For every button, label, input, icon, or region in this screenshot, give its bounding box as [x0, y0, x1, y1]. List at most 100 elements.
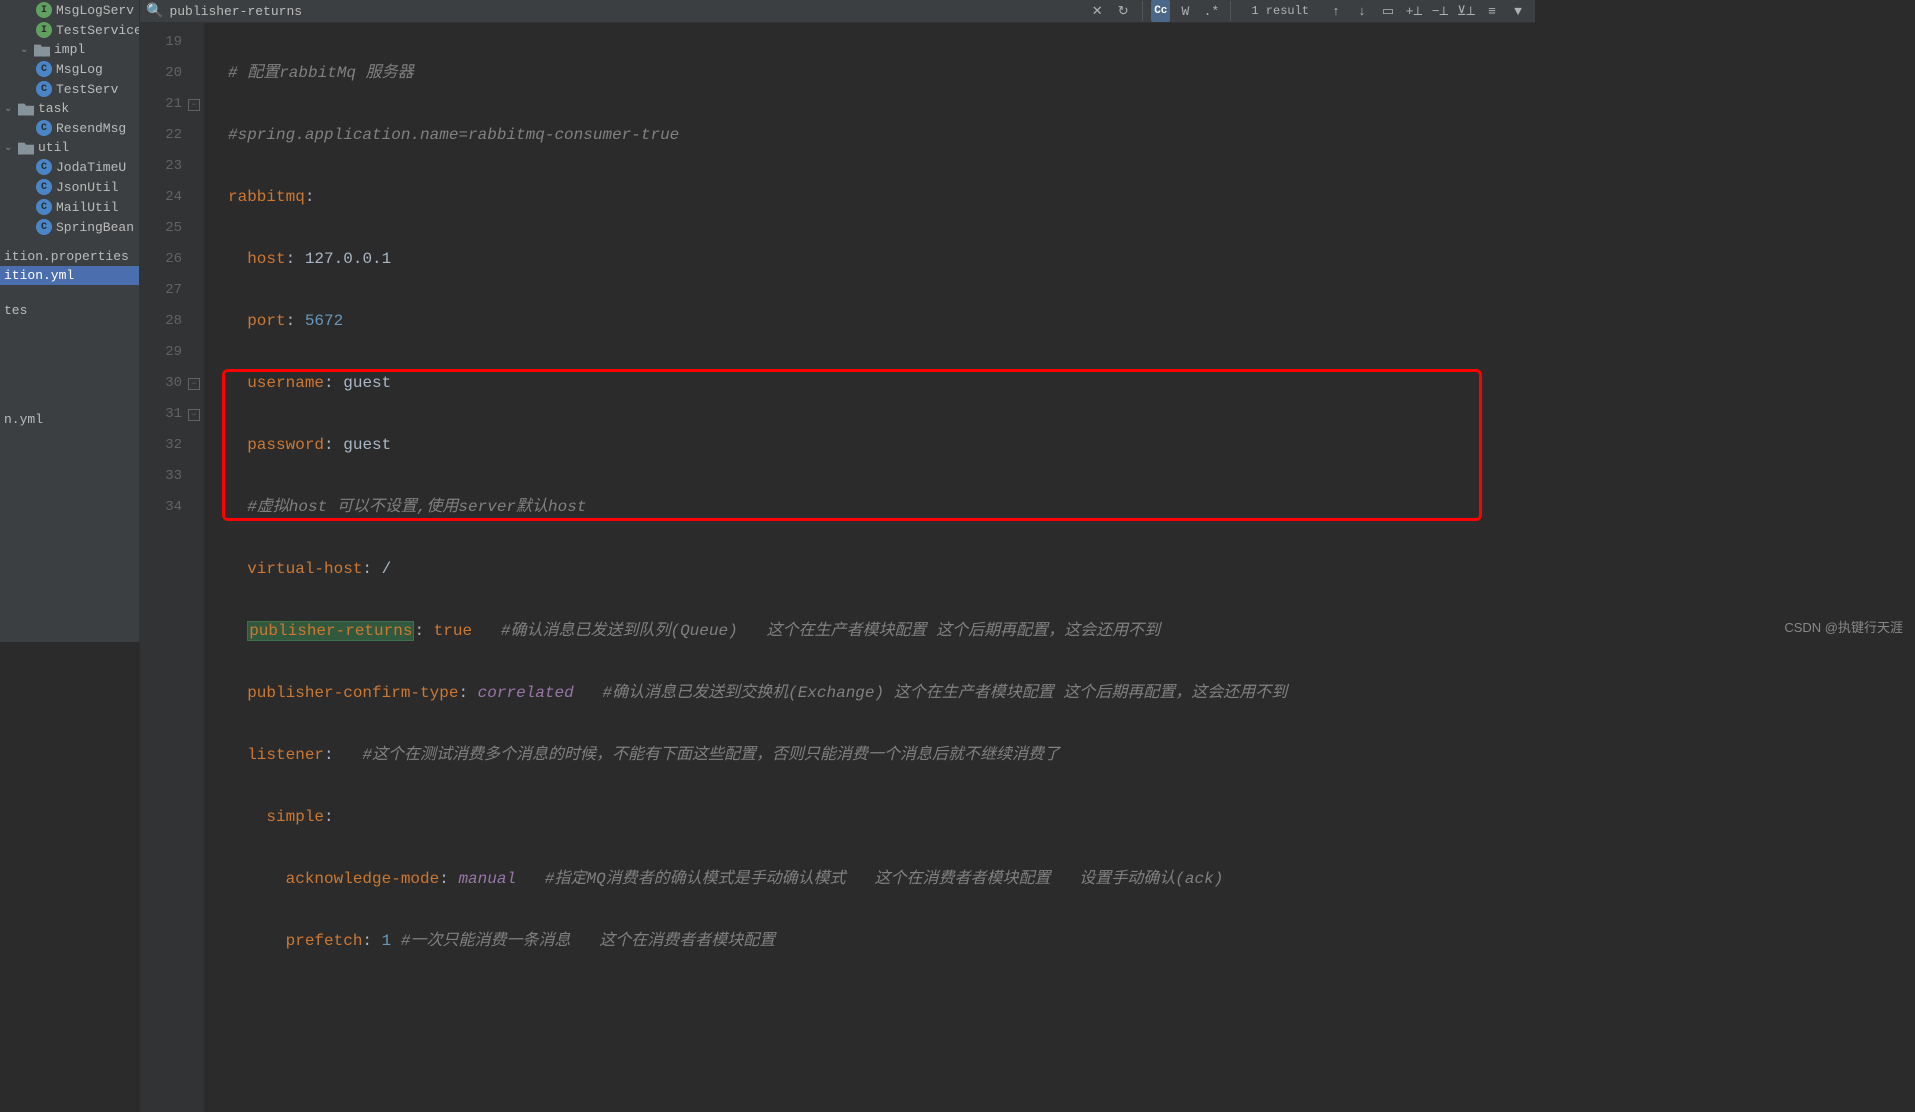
tree-folder-impl[interactable]: ⌄ impl — [0, 40, 139, 59]
code-line: #虚拟host 可以不设置,使用server默认host — [228, 492, 1535, 523]
line-number: 26 — [140, 244, 204, 275]
tree-file-testservice[interactable]: I TestService — [0, 20, 139, 40]
class-icon: C — [36, 219, 52, 235]
line-number: 28 — [140, 306, 204, 337]
class-icon: C — [36, 159, 52, 175]
tree-label: ResendMsg — [56, 121, 126, 136]
fold-marker-icon[interactable]: − — [188, 409, 200, 421]
tree-label: n.yml — [4, 412, 43, 427]
filter-icon[interactable]: ▼ — [1507, 0, 1529, 22]
line-number: 21− — [140, 89, 204, 120]
chevron-down-icon: ⌄ — [20, 44, 34, 56]
tree-file-testserv[interactable]: C TestServ — [0, 79, 139, 99]
class-icon: C — [36, 199, 52, 215]
tree-label: ition.properties — [4, 249, 129, 264]
settings-icon[interactable]: ≡ — [1481, 0, 1503, 22]
regex-button[interactable]: .* — [1200, 0, 1222, 22]
project-tree[interactable]: I MsgLogServ I TestService ⌄ impl C MsgL… — [0, 0, 140, 642]
tree-label: util — [38, 140, 69, 155]
watermark: CSDN @执键行天涯 — [1784, 617, 1903, 636]
tree-label: tes — [4, 303, 27, 318]
search-result-count: 1 result — [1251, 4, 1309, 18]
line-number: 24 — [140, 182, 204, 213]
tree-file-msglog[interactable]: C MsgLog — [0, 59, 139, 79]
line-number: 19 — [140, 27, 204, 58]
line-number: 20 — [140, 58, 204, 89]
search-icon: 🔍 — [146, 3, 163, 20]
tree-folder-util[interactable]: ⌄ util — [0, 138, 139, 157]
tree-label: JsonUtil — [56, 180, 118, 195]
separator — [1142, 1, 1143, 21]
history-icon[interactable]: ↻ — [1112, 0, 1134, 22]
line-number: 30− — [140, 368, 204, 399]
prev-match-icon[interactable]: ↑ — [1325, 0, 1347, 22]
class-icon: C — [36, 61, 52, 77]
class-icon: C — [36, 81, 52, 97]
tree-label: ition.yml — [4, 268, 74, 283]
code-content[interactable]: # 配置rabbitMq 服务器 #spring.application.nam… — [204, 23, 1535, 1112]
code-line: publisher-confirm-type: correlated #确认消息… — [228, 678, 1535, 709]
code-line: virtual-host: / — [228, 554, 1535, 585]
code-line: username: guest — [228, 368, 1535, 399]
close-search-icon[interactable]: ✕ — [1086, 0, 1108, 22]
code-line: listener: #这个在测试消费多个消息的时候，不能有下面这些配置，否则只能… — [228, 740, 1535, 771]
match-case-button[interactable]: Cc — [1151, 0, 1170, 22]
line-number: 32 — [140, 430, 204, 461]
tree-file-jodatime[interactable]: C JodaTimeU — [0, 157, 139, 177]
line-number: 34 — [140, 492, 204, 523]
folder-icon — [18, 141, 34, 155]
line-number: 31− — [140, 399, 204, 430]
code-line: # 配置rabbitMq 服务器 — [228, 58, 1535, 89]
fold-marker-icon[interactable]: − — [188, 99, 200, 111]
tree-file-yml2[interactable]: n.yml — [0, 410, 139, 429]
tree-folder-task[interactable]: ⌄ task — [0, 99, 139, 118]
line-number: 29 — [140, 337, 204, 368]
tree-label: JodaTimeU — [56, 160, 126, 175]
interface-icon: I — [36, 22, 52, 38]
remove-selection-icon[interactable]: −⟂ — [1429, 0, 1451, 22]
code-line: rabbitmq: — [228, 182, 1535, 213]
class-icon: C — [36, 120, 52, 136]
right-panel — [1535, 0, 1915, 642]
code-line: prefetch: 1 #一次只能消费一条消息 这个在消费者者模块配置 — [228, 926, 1535, 957]
tree-file-properties[interactable]: ition.properties — [0, 247, 139, 266]
code-line: acknowledge-mode: manual #指定MQ消费者的确认模式是手… — [228, 864, 1535, 895]
tree-label: MsgLogServ — [56, 3, 134, 18]
code-line: password: guest — [228, 430, 1535, 461]
add-selection-icon[interactable]: +⟂ — [1403, 0, 1425, 22]
search-input[interactable] — [169, 4, 689, 19]
code-line: port: 5672 — [228, 306, 1535, 337]
fold-marker-icon[interactable]: − — [188, 378, 200, 390]
gutter: 19 20 21− 22 23 24 25 26 27 28 29 30− 31… — [140, 23, 204, 1112]
tree-file-jsonutil[interactable]: C JsonUtil — [0, 177, 139, 197]
tree-label: TestService — [56, 23, 140, 38]
folder-icon — [18, 102, 34, 116]
tree-file-yml-selected[interactable]: ition.yml — [0, 266, 139, 285]
code-line: publisher-returns: true #确认消息已发送到队列(Queu… — [228, 616, 1535, 647]
code-line — [228, 988, 1535, 1019]
tree-file-msglogservice[interactable]: I MsgLogServ — [0, 0, 139, 20]
tree-file-mailutil[interactable]: C MailUtil — [0, 197, 139, 217]
separator — [1230, 1, 1231, 21]
toggle-selection-icon[interactable]: ⊻⟂ — [1455, 0, 1477, 22]
next-match-icon[interactable]: ↓ — [1351, 0, 1373, 22]
code-line: host: 127.0.0.1 — [228, 244, 1535, 275]
tree-file-resendmsg[interactable]: C ResendMsg — [0, 118, 139, 138]
folder-icon — [34, 43, 50, 57]
search-bar: 🔍 ✕ ↻ Cc W .* 1 result ↑ ↓ ▭ +⟂ −⟂ ⊻⟂ ≡ … — [140, 0, 1535, 23]
words-button[interactable]: W — [1174, 0, 1196, 22]
tree-label: task — [38, 101, 69, 116]
tree-label: SpringBean — [56, 220, 134, 235]
editor[interactable]: 19 20 21− 22 23 24 25 26 27 28 29 30− 31… — [140, 23, 1535, 1112]
select-all-icon[interactable]: ▭ — [1377, 0, 1399, 22]
line-number: 27 — [140, 275, 204, 306]
tree-file-springbean[interactable]: C SpringBean — [0, 217, 139, 237]
code-line: simple: — [228, 802, 1535, 833]
line-number: 22 — [140, 120, 204, 151]
tree-folder-tes[interactable]: tes — [0, 301, 139, 320]
search-match: publisher-returns — [247, 621, 414, 641]
code-line: #spring.application.name=rabbitmq-consum… — [228, 120, 1535, 151]
line-number: 33 — [140, 461, 204, 492]
line-number: 25 — [140, 213, 204, 244]
tree-label: MsgLog — [56, 62, 103, 77]
